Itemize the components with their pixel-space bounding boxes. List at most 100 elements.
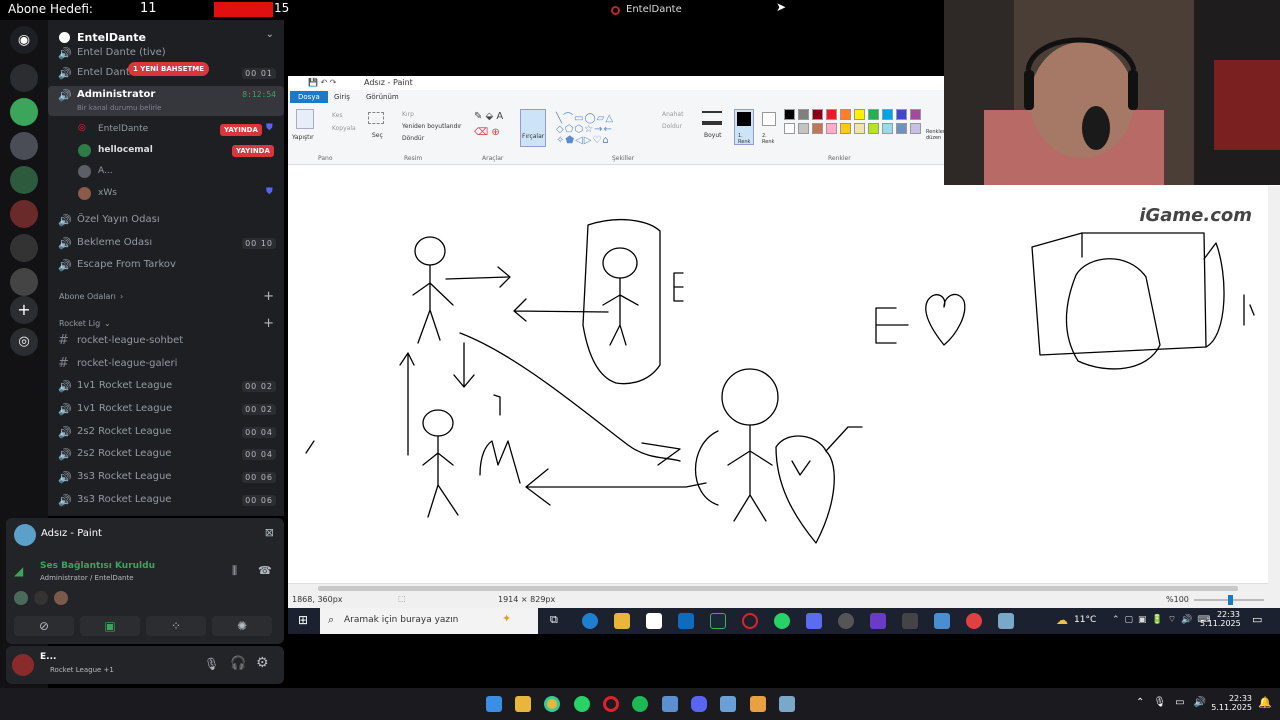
server-name[interactable]: EntelDante [77,31,146,44]
close-icon[interactable]: ⊠ [265,526,274,539]
scrollbar-thumb[interactable] [318,586,1238,591]
color-swatch[interactable] [854,109,865,120]
voice-channel-path[interactable]: Administrator / EntelDante [40,574,134,582]
file-explorer-icon[interactable] [515,696,531,712]
gear-icon[interactable]: ⚙ [256,655,269,671]
app-icon[interactable] [902,613,918,629]
color-swatch[interactable] [868,123,879,134]
add-channel-icon[interactable]: + [263,316,274,331]
clipboard-icon[interactable] [296,109,314,129]
vertical-scrollbar[interactable] [1268,186,1280,592]
app-icon[interactable] [750,696,766,712]
color-swatch[interactable] [840,123,851,134]
edge-icon[interactable] [582,613,598,629]
discord-icon[interactable] [691,696,707,712]
microphone-icon[interactable]: 🎙 [204,657,219,671]
opera-icon[interactable] [742,613,758,629]
taskbar-search-box[interactable]: ⌕ Aramak için buraya yazın ✦ [320,608,538,634]
server-icon[interactable] [10,200,38,228]
screen-share-button[interactable]: ▣ [80,616,140,636]
voice-channel[interactable]: 🔊 1v1 Rocket League 00 02 [48,400,284,420]
color-swatch[interactable] [812,109,823,120]
voice-user[interactable]: xWs ⛊ [78,184,284,204]
color-swatch[interactable] [812,123,823,134]
zoom-slider-thumb[interactable] [1228,595,1233,605]
rotate-button[interactable]: Döndür [402,135,424,142]
voice-user[interactable]: hellocemal YAYINDA [78,141,284,161]
server-icon[interactable] [10,132,38,160]
voice-channel[interactable]: 🔊 2s2 Rocket League 00 04 [48,423,284,443]
server-icon[interactable] [10,268,38,296]
disconnect-icon[interactable]: ☎ [258,564,272,577]
voice-channel[interactable]: 🔊 3s3 Rocket League 00 06 [48,491,284,511]
headphones-icon[interactable]: 🎧 [230,656,246,671]
horizontal-scrollbar[interactable] [288,583,1268,592]
color-swatch[interactable] [868,109,879,120]
color-swatch[interactable] [882,109,893,120]
voice-channel[interactable]: 🔊 Özel Yayın Odası [48,211,284,231]
voice-user[interactable]: A... [78,162,284,182]
eraser-icon[interactable]: ⌫ ⊕ [474,127,500,138]
soundboard-button[interactable]: ✺ [212,616,272,636]
app-icon[interactable] [870,613,886,629]
activities-button[interactable]: ⁘ [146,616,206,636]
text-channel[interactable]: # rocket-league-galeri [48,355,284,375]
color-swatch[interactable] [910,109,921,120]
app-icon[interactable] [720,696,736,712]
resize-button[interactable]: Yeniden boyutlandır [402,123,462,130]
windows-start-icon[interactable]: ⊞ [298,613,308,627]
paint-taskbar-icon[interactable] [998,613,1014,629]
app-icon[interactable] [806,613,822,629]
camera-off-button[interactable]: ⊘ [14,616,74,636]
color-swatch[interactable] [896,109,907,120]
shapes-gallery-icon[interactable]: ╲⌒▭◯▱△ ◇⬠⬡☆→← ✧⬟◁▷♡⌂ [556,109,614,146]
steam-icon[interactable] [710,613,726,629]
add-server-icon[interactable]: + [10,296,38,324]
system-tray-icons[interactable]: ⌃🎙▭🔊 [1136,697,1215,708]
color-swatch[interactable] [784,123,795,134]
menu-file[interactable]: Dosya [290,91,328,103]
server-icon[interactable] [10,166,38,194]
color2-button[interactable] [762,112,776,126]
noise-suppression-icon[interactable]: ⫼ [232,564,237,578]
pencil-icon[interactable]: ✎ ⬙ A [474,111,503,122]
opera-icon[interactable] [603,696,619,712]
spotify-icon[interactable] [632,696,648,712]
discord-home-icon[interactable]: ◉ [10,26,38,54]
voice-channel[interactable]: 🔊 Bekleme Odası 00 10 [48,234,284,254]
menu-home[interactable]: Giriş [334,93,350,101]
voice-status[interactable]: Ses Bağlantısı Kuruldu [40,561,155,571]
voice-channel[interactable]: 🔊 3s3 Rocket League 00 06 [48,468,284,488]
notifications-icon[interactable]: 🔔 [1258,696,1272,709]
color-swatch[interactable] [854,123,865,134]
size-icon[interactable] [702,111,722,125]
whatsapp-icon[interactable] [574,696,590,712]
paste-button[interactable]: Yapıştır [292,134,314,141]
task-view-icon[interactable]: ⧉ [550,613,558,627]
avatar[interactable] [34,591,48,605]
color-swatch[interactable] [840,109,851,120]
windows-start-icon[interactable] [486,696,502,712]
app-icon[interactable] [838,613,854,629]
chrome-icon[interactable] [544,696,560,712]
avatar[interactable] [54,591,68,605]
new-mention-badge[interactable]: 1 YENİ BAHSETME [128,62,210,76]
outlook-icon[interactable] [678,613,694,629]
zoom-slider[interactable] [1194,595,1264,605]
notifications-icon[interactable]: ▭ [1252,613,1262,626]
color-swatch[interactable] [798,109,809,120]
brushes-button[interactable] [520,109,546,147]
add-channel-icon[interactable]: + [263,289,274,304]
app-icon[interactable] [662,696,678,712]
edit-colors-button[interactable]: Renkleri düzen [926,129,946,141]
text-channel[interactable]: # rocket-league-sohbet [48,332,284,352]
color-swatch[interactable] [896,123,907,134]
quick-access-icon[interactable]: 💾 ↶ ↷ [308,78,336,87]
voice-user[interactable]: ◎ EntelDante YAYINDA ⛊ [78,120,284,140]
fill-button[interactable]: Doldur [662,123,682,130]
channel-status[interactable]: Bir kanal durumu belirle [77,104,161,112]
drawing-canvas[interactable]: iGame.com [288,165,1268,583]
avatar[interactable] [14,591,28,605]
voice-channel-active[interactable]: 🔊 Administrator 8:12:54 Bir kanal durumu… [48,86,284,116]
menu-view[interactable]: Görünüm [366,93,399,101]
